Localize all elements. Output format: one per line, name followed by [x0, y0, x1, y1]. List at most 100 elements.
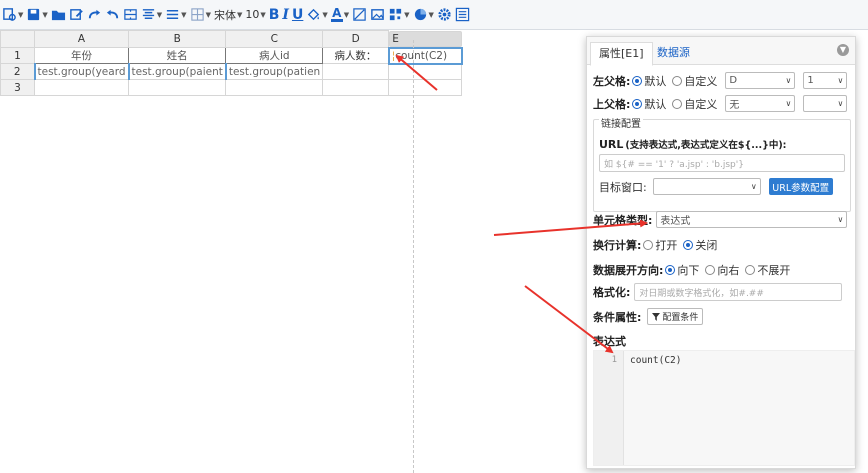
save-button[interactable]: ▼: [26, 4, 48, 26]
chevron-down-icon: ∨: [837, 215, 844, 224]
align-justify-icon: [167, 10, 179, 19]
cell-a1[interactable]: 年份: [34, 47, 129, 64]
upper-parent-default-radio[interactable]: [632, 98, 643, 109]
config-condition-button[interactable]: 配置条件: [647, 308, 704, 325]
chevron-down-icon: ▼: [181, 10, 187, 19]
insert-image-button[interactable]: [370, 4, 385, 26]
preview-icon: [3, 8, 16, 21]
target-window-select[interactable]: ∨: [652, 178, 761, 195]
editor-line-number: 1: [594, 351, 624, 465]
cell-e1[interactable]: ¦count(C2): [387, 46, 463, 65]
wrap-off-radio[interactable]: [683, 240, 694, 250]
left-parent-row: 左父格: 默认 自定义 D ∨ 1 ∨: [593, 72, 848, 89]
insert-chart-button[interactable]: ▼: [413, 4, 434, 26]
cell-e3[interactable]: [388, 79, 463, 96]
border-icon: [190, 8, 204, 21]
upper-parent-custom-radio[interactable]: [672, 98, 683, 109]
wrap-calc-label: 换行计算:: [593, 239, 642, 252]
wrap-off-label: 关闭: [695, 239, 718, 252]
wrap-calc-row: 换行计算: 打开 关闭: [593, 237, 723, 253]
upper-parent-default-label: 默认: [644, 97, 667, 111]
tab-properties[interactable]: 属性[E1]: [590, 42, 653, 66]
chevron-down-icon: ▼: [18, 10, 24, 19]
image-icon: [371, 9, 384, 20]
chevron-down-icon: ▼: [322, 10, 328, 19]
cell-e2[interactable]: [388, 63, 463, 80]
expression-editor[interactable]: 1 count(C2): [593, 350, 855, 466]
url-hint: (支持表达式,表达式定义在${...}中):: [625, 140, 787, 151]
cell-b2[interactable]: test.group(paient: [127, 63, 227, 80]
fill-color-button[interactable]: ▼: [306, 4, 328, 26]
cell-a3[interactable]: [34, 79, 129, 96]
cell-b3[interactable]: [127, 79, 227, 96]
edit-button[interactable]: [69, 4, 84, 26]
expand-right-label: 向右: [717, 264, 740, 277]
align-button[interactable]: ▼: [141, 4, 162, 26]
bold-button[interactable]: B: [269, 4, 280, 26]
expand-direction-label: 数据展开方向:: [593, 264, 664, 277]
tab-datasource[interactable]: 数据源: [649, 42, 698, 66]
pie-chart-icon: [414, 8, 426, 21]
chevron-down-icon: ∨: [750, 182, 757, 191]
preview-button[interactable]: ▼: [2, 4, 23, 26]
upper-parent-cell-select[interactable]: 无 ∨: [725, 95, 796, 112]
upper-parent-custom-label: 自定义: [684, 97, 718, 111]
cell-d3[interactable]: [322, 79, 390, 96]
cell-c1[interactable]: 病人id: [225, 47, 324, 64]
cell-c3[interactable]: [225, 79, 324, 96]
settings-button[interactable]: [437, 4, 452, 26]
column-header-a[interactable]: A: [34, 30, 129, 48]
expand-right-radio[interactable]: [705, 265, 716, 275]
column-header-c[interactable]: C: [225, 30, 324, 48]
chevron-down-icon: ▼: [260, 10, 266, 19]
column-header-e[interactable]: E: [389, 30, 462, 47]
expand-none-radio[interactable]: [745, 265, 756, 275]
corner-cell[interactable]: [0, 30, 35, 48]
properties-panel-button[interactable]: [455, 4, 470, 26]
align-center-icon: [142, 9, 154, 19]
font-family-select[interactable]: 宋体 ▼: [214, 4, 242, 26]
wrap-on-radio[interactable]: [643, 240, 654, 250]
properties-panel: 属性[E1] 数据源 ▼ 左父格: 默认 自定义 D ∨ 1 ∨ 上父格: 默认 自…: [586, 36, 856, 469]
cell-b1[interactable]: 姓名: [127, 47, 227, 64]
cell-type-select[interactable]: 表达式 ∨: [656, 211, 848, 228]
left-parent-cell-select[interactable]: D ∨: [725, 72, 796, 89]
url-input[interactable]: 如 ${# == '1' ? 'a.jsp' : 'b.jsp'}: [599, 154, 845, 172]
left-parent-row-select[interactable]: 1 ∨: [803, 72, 848, 89]
undo-button[interactable]: [105, 4, 120, 26]
underline-button[interactable]: U: [292, 4, 303, 26]
format-input[interactable]: 对日期或数字格式化，如#.##: [634, 283, 843, 301]
column-header-b[interactable]: B: [127, 30, 227, 48]
valign-button[interactable]: ▼: [165, 4, 187, 26]
filter-icon: [652, 312, 661, 321]
insert-barcode-button[interactable]: ▼: [388, 4, 410, 26]
column-header-d[interactable]: D: [322, 30, 390, 48]
font-color-button[interactable]: A ▼: [330, 4, 349, 26]
cell-a2[interactable]: test.group(yeard: [33, 63, 129, 80]
table-row: 2 test.group(yeard test.group(paient tes…: [0, 63, 463, 80]
collapse-panel-icon[interactable]: ▼: [837, 44, 849, 56]
expand-down-radio[interactable]: [665, 265, 676, 275]
upper-parent-col-select[interactable]: ∨: [803, 95, 848, 112]
open-button[interactable]: [51, 4, 66, 26]
upper-parent-label: 上父格:: [593, 97, 631, 111]
row-header-1[interactable]: 1: [0, 47, 35, 64]
left-parent-default-radio[interactable]: [632, 75, 643, 86]
cell-c2[interactable]: test.group(patien: [224, 63, 324, 80]
redo-button[interactable]: [87, 4, 102, 26]
row-header-3[interactable]: 3: [0, 79, 35, 96]
left-parent-custom-radio[interactable]: [672, 75, 683, 86]
merge-cells-button[interactable]: [123, 4, 138, 26]
italic-button[interactable]: I: [282, 4, 289, 26]
clear-format-button[interactable]: [352, 4, 367, 26]
paint-bucket-icon: [308, 8, 320, 21]
chevron-down-icon: ∨: [837, 76, 844, 85]
list-panel-icon: [455, 7, 470, 22]
font-size-select[interactable]: 10 ▼: [245, 4, 265, 26]
border-button[interactable]: ▼: [190, 4, 211, 26]
cell-d2[interactable]: [322, 63, 390, 80]
url-param-config-button[interactable]: URL参数配置: [768, 178, 833, 195]
row-header-2[interactable]: 2: [0, 63, 35, 80]
cell-d1[interactable]: 病人数：: [322, 47, 390, 64]
expand-down-label: 向下: [677, 264, 700, 277]
